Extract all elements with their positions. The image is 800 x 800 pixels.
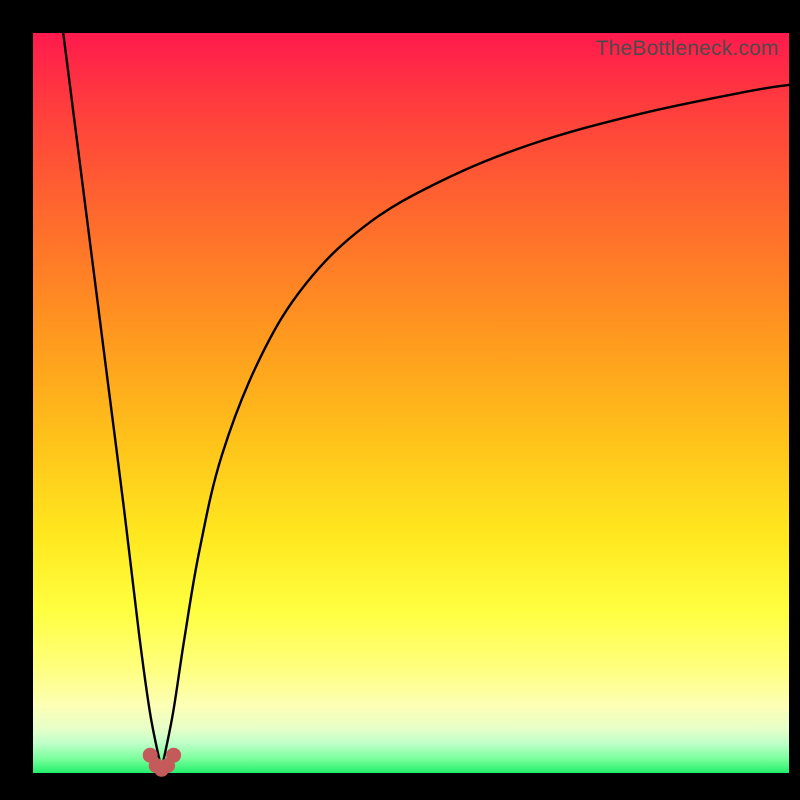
curve-right-branch — [162, 85, 789, 770]
curve-layer — [33, 33, 789, 773]
trough-dot — [166, 748, 181, 763]
plot-area: TheBottleneck.com — [33, 33, 789, 773]
trough-markers — [143, 748, 181, 777]
curve-left-branch — [63, 33, 161, 769]
chart-frame: TheBottleneck.com — [0, 0, 800, 800]
